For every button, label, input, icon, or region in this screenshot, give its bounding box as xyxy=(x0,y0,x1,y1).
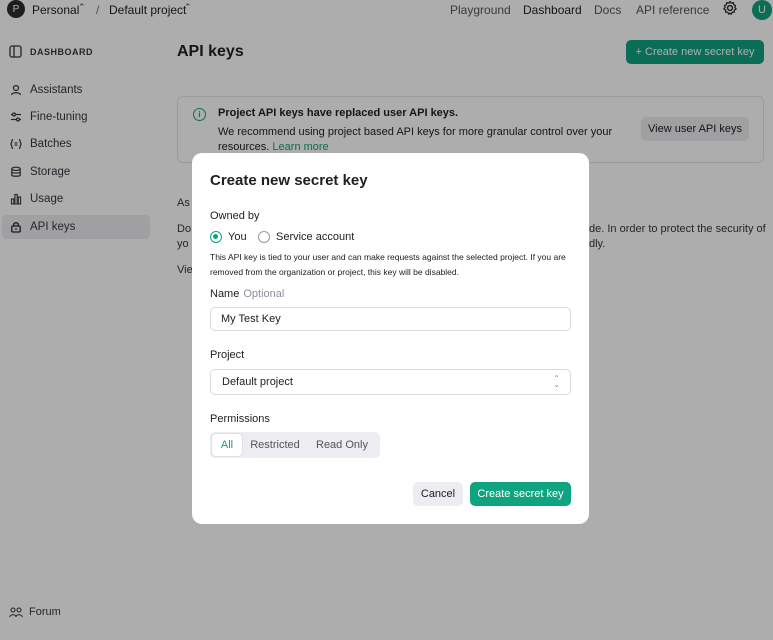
project-label: Project xyxy=(210,349,245,361)
owner-option-label: Service account xyxy=(276,231,355,243)
name-label-text: Name xyxy=(210,288,240,300)
owner-option-you[interactable]: You xyxy=(210,231,247,243)
permission-read-only[interactable]: Read Only xyxy=(308,434,376,456)
permission-all[interactable]: All xyxy=(212,434,242,456)
permissions-label: Permissions xyxy=(210,413,270,425)
optional-hint: Optional xyxy=(243,288,285,300)
permission-restricted[interactable]: Restricted xyxy=(242,434,308,456)
radio-unchecked-icon[interactable] xyxy=(258,231,270,243)
project-select-value: Default project xyxy=(222,376,293,388)
permissions-segmented-control: All Restricted Read Only xyxy=(210,432,380,458)
owner-option-service-account[interactable]: Service account xyxy=(258,231,354,243)
name-input[interactable] xyxy=(210,307,571,331)
select-chevron-icon: ⌃ ⌄ xyxy=(553,374,560,389)
dialog-title: Create new secret key xyxy=(210,172,368,189)
owner-help-text: This API key is tied to your user and ca… xyxy=(210,252,566,277)
name-label: Name Optional xyxy=(210,288,284,300)
create-secret-key-button[interactable]: Create secret key xyxy=(470,482,571,506)
owned-by-label: Owned by xyxy=(210,210,260,222)
create-secret-key-dialog: Create new secret key Owned by You Servi… xyxy=(192,153,589,524)
radio-checked-icon[interactable] xyxy=(210,231,222,243)
owner-option-label: You xyxy=(228,231,247,243)
cancel-button[interactable]: Cancel xyxy=(413,482,463,506)
project-select[interactable]: Default project ⌃ ⌄ xyxy=(210,369,571,395)
